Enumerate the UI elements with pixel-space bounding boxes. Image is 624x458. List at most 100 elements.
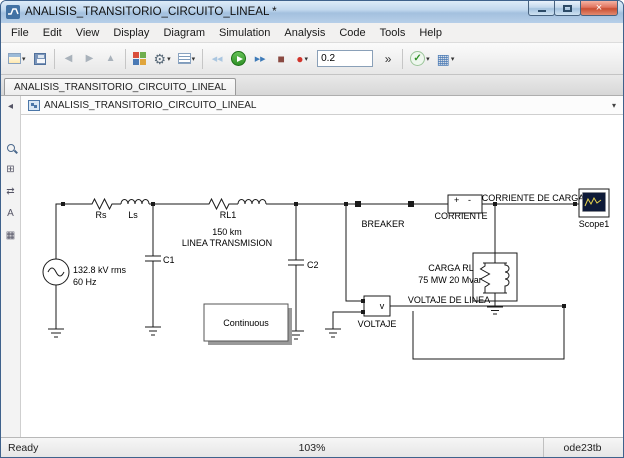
source-label-1: 132.8 kV rms	[73, 265, 127, 275]
toolbar-separator	[53, 48, 55, 69]
toolbar-separator	[202, 48, 204, 69]
ls-label: Ls	[128, 210, 138, 220]
maximize-icon	[563, 4, 572, 12]
chevron-down-icon: ▾	[426, 55, 430, 63]
current-measurement-block[interactable]: + - CORRIENTE	[434, 194, 488, 221]
menu-help[interactable]: Help	[412, 25, 449, 41]
new-model-icon	[8, 53, 21, 64]
simulink-window: ANALISIS_TRANSITORIO_CIRCUITO_LINEAL * ×…	[0, 0, 624, 458]
menu-simulation[interactable]: Simulation	[212, 25, 277, 41]
sample-time-icon: ▦	[5, 230, 16, 241]
voltmeter-v: v	[380, 301, 385, 311]
menu-code[interactable]: Code	[332, 25, 372, 41]
ac-source-block[interactable]: 132.8 kV rms 60 Hz	[42, 258, 127, 287]
breadcrumb-dropdown[interactable]: ▾	[612, 101, 616, 110]
capacitor-c2-block[interactable]: C2	[288, 259, 319, 270]
model-icon	[28, 99, 40, 111]
menu-display[interactable]: Display	[106, 25, 156, 41]
sample-time-button[interactable]: ▦	[3, 228, 19, 243]
back-button[interactable]: ◀	[59, 47, 79, 71]
step-back-icon: ◀◀	[211, 55, 223, 63]
model-config-button[interactable]: ⚙ ▾	[151, 47, 174, 71]
record-button[interactable]: ● ▾	[292, 47, 312, 71]
connection-pads	[61, 202, 577, 314]
model-canvas[interactable]: 132.8 kV rms 60 Hz Rs Ls C1 RL1 150 km L…	[21, 115, 623, 437]
minimize-button[interactable]	[528, 1, 555, 16]
tabbar: ANALISIS_TRANSITORIO_CIRCUITO_LINEAL	[1, 75, 623, 96]
circuit-diagram: 132.8 kV rms 60 Hz Rs Ls C1 RL1 150 km L…	[42, 188, 610, 360]
chevron-down-icon: ▾	[22, 55, 26, 63]
line-km-label: 150 km	[212, 227, 242, 237]
rl1-label: RL1	[220, 210, 237, 220]
resistor-rs-block[interactable]: Rs	[89, 197, 116, 220]
capacitor-c1-block[interactable]: C1	[145, 255, 175, 265]
app-icon	[6, 5, 20, 19]
simulation-mode-button[interactable]: ▾	[175, 47, 199, 71]
close-button[interactable]: ×	[580, 1, 618, 16]
save-button[interactable]	[30, 47, 50, 71]
gear-icon: ⚙	[153, 50, 167, 67]
voltaje-linea-label: VOLTAJE DE LINEA	[408, 295, 490, 305]
hide-browser-button[interactable]: ◂	[3, 99, 19, 114]
solver-name[interactable]: ode23tb	[543, 438, 623, 457]
up-to-parent-button[interactable]: ▲	[101, 47, 121, 71]
toolbar-separator	[402, 48, 404, 69]
menu-analysis[interactable]: Analysis	[277, 25, 332, 41]
orientation-button[interactable]: ⇄	[3, 184, 19, 199]
toolbar-overflow-button[interactable]: »	[378, 47, 398, 71]
rs-label: Rs	[96, 210, 107, 220]
menu-view[interactable]: View	[69, 25, 107, 41]
carga-rl-load-block[interactable]: CARGA RL 75 MW 20 Mvar	[418, 252, 518, 302]
voltaje-label: VOLTAJE	[358, 319, 397, 329]
run-button[interactable]	[228, 47, 249, 71]
maximize-button[interactable]	[554, 1, 581, 16]
menu-edit[interactable]: Edit	[36, 25, 69, 41]
main-toolbar: ▾ ◀ ▶ ▲ ⚙▾ ▾ ◀◀ ▶▶ ■ ●▾ » ✓▾ ▦▾	[1, 43, 623, 75]
c1-label: C1	[163, 255, 175, 265]
forward-button[interactable]: ▶	[80, 47, 100, 71]
step-back-button[interactable]: ◀◀	[207, 47, 227, 71]
back-icon: ◀	[64, 53, 73, 64]
step-forward-button[interactable]: ▶▶	[250, 47, 270, 71]
up-icon: ▲	[105, 53, 116, 64]
model-tab[interactable]: ANALISIS_TRANSITORIO_CIRCUITO_LINEAL	[4, 78, 237, 95]
new-model-button[interactable]: ▾	[5, 47, 29, 71]
zoom-level: 103%	[298, 441, 326, 454]
menu-file[interactable]: File	[4, 25, 36, 41]
c2-label: C2	[307, 260, 319, 270]
carga-power-label: 75 MW 20 Mvar	[418, 275, 482, 285]
chevron-down-icon: ▾	[191, 55, 196, 63]
scope-block[interactable]: Scope1	[578, 188, 610, 229]
check-icon: ✓	[410, 51, 426, 66]
menu-tools[interactable]: Tools	[373, 25, 413, 41]
menu-diagram[interactable]: Diagram	[156, 25, 212, 41]
inductor-ls-block[interactable]: Ls	[120, 199, 150, 221]
zoom-button[interactable]	[3, 140, 19, 155]
breaker-block[interactable]: BREAKER	[355, 201, 414, 229]
plus-terminal: +	[454, 195, 459, 205]
rl1-line-block[interactable]: RL1 150 km LINEA TRANSMISION	[182, 197, 272, 248]
powergui-block[interactable]: Continuous	[203, 303, 292, 345]
toolbar-separator	[124, 48, 126, 69]
annotation-button[interactable]: A	[3, 206, 19, 221]
build-button[interactable]: ▦ ▾	[434, 47, 458, 71]
fit-view-icon: ⊞	[6, 164, 15, 175]
fit-view-button[interactable]: ⊞	[3, 162, 19, 177]
stop-button[interactable]: ■	[271, 47, 291, 71]
scope-label: Scope1	[579, 219, 610, 229]
list-icon	[177, 53, 191, 64]
run-icon	[231, 51, 247, 66]
chevron-down-icon: ▾	[167, 55, 171, 63]
model-advisor-button[interactable]: ✓ ▾	[407, 47, 433, 71]
status-text: Ready	[8, 441, 39, 454]
build-icon: ▦	[436, 50, 450, 67]
signal-wires[interactable]	[55, 203, 579, 360]
titlebar[interactable]: ANALISIS_TRANSITORIO_CIRCUITO_LINEAL * ×	[1, 1, 623, 23]
save-icon	[33, 52, 46, 65]
breadcrumb-model-name[interactable]: ANALISIS_TRANSITORIO_CIRCUITO_LINEAL	[44, 100, 256, 111]
chevron-down-icon: ▾	[450, 55, 455, 63]
chevron-down-icon: ▾	[304, 55, 308, 63]
stop-time-input[interactable]	[317, 50, 374, 67]
window-title: ANALISIS_TRANSITORIO_CIRCUITO_LINEAL *	[25, 6, 277, 18]
library-browser-button[interactable]	[130, 47, 150, 71]
